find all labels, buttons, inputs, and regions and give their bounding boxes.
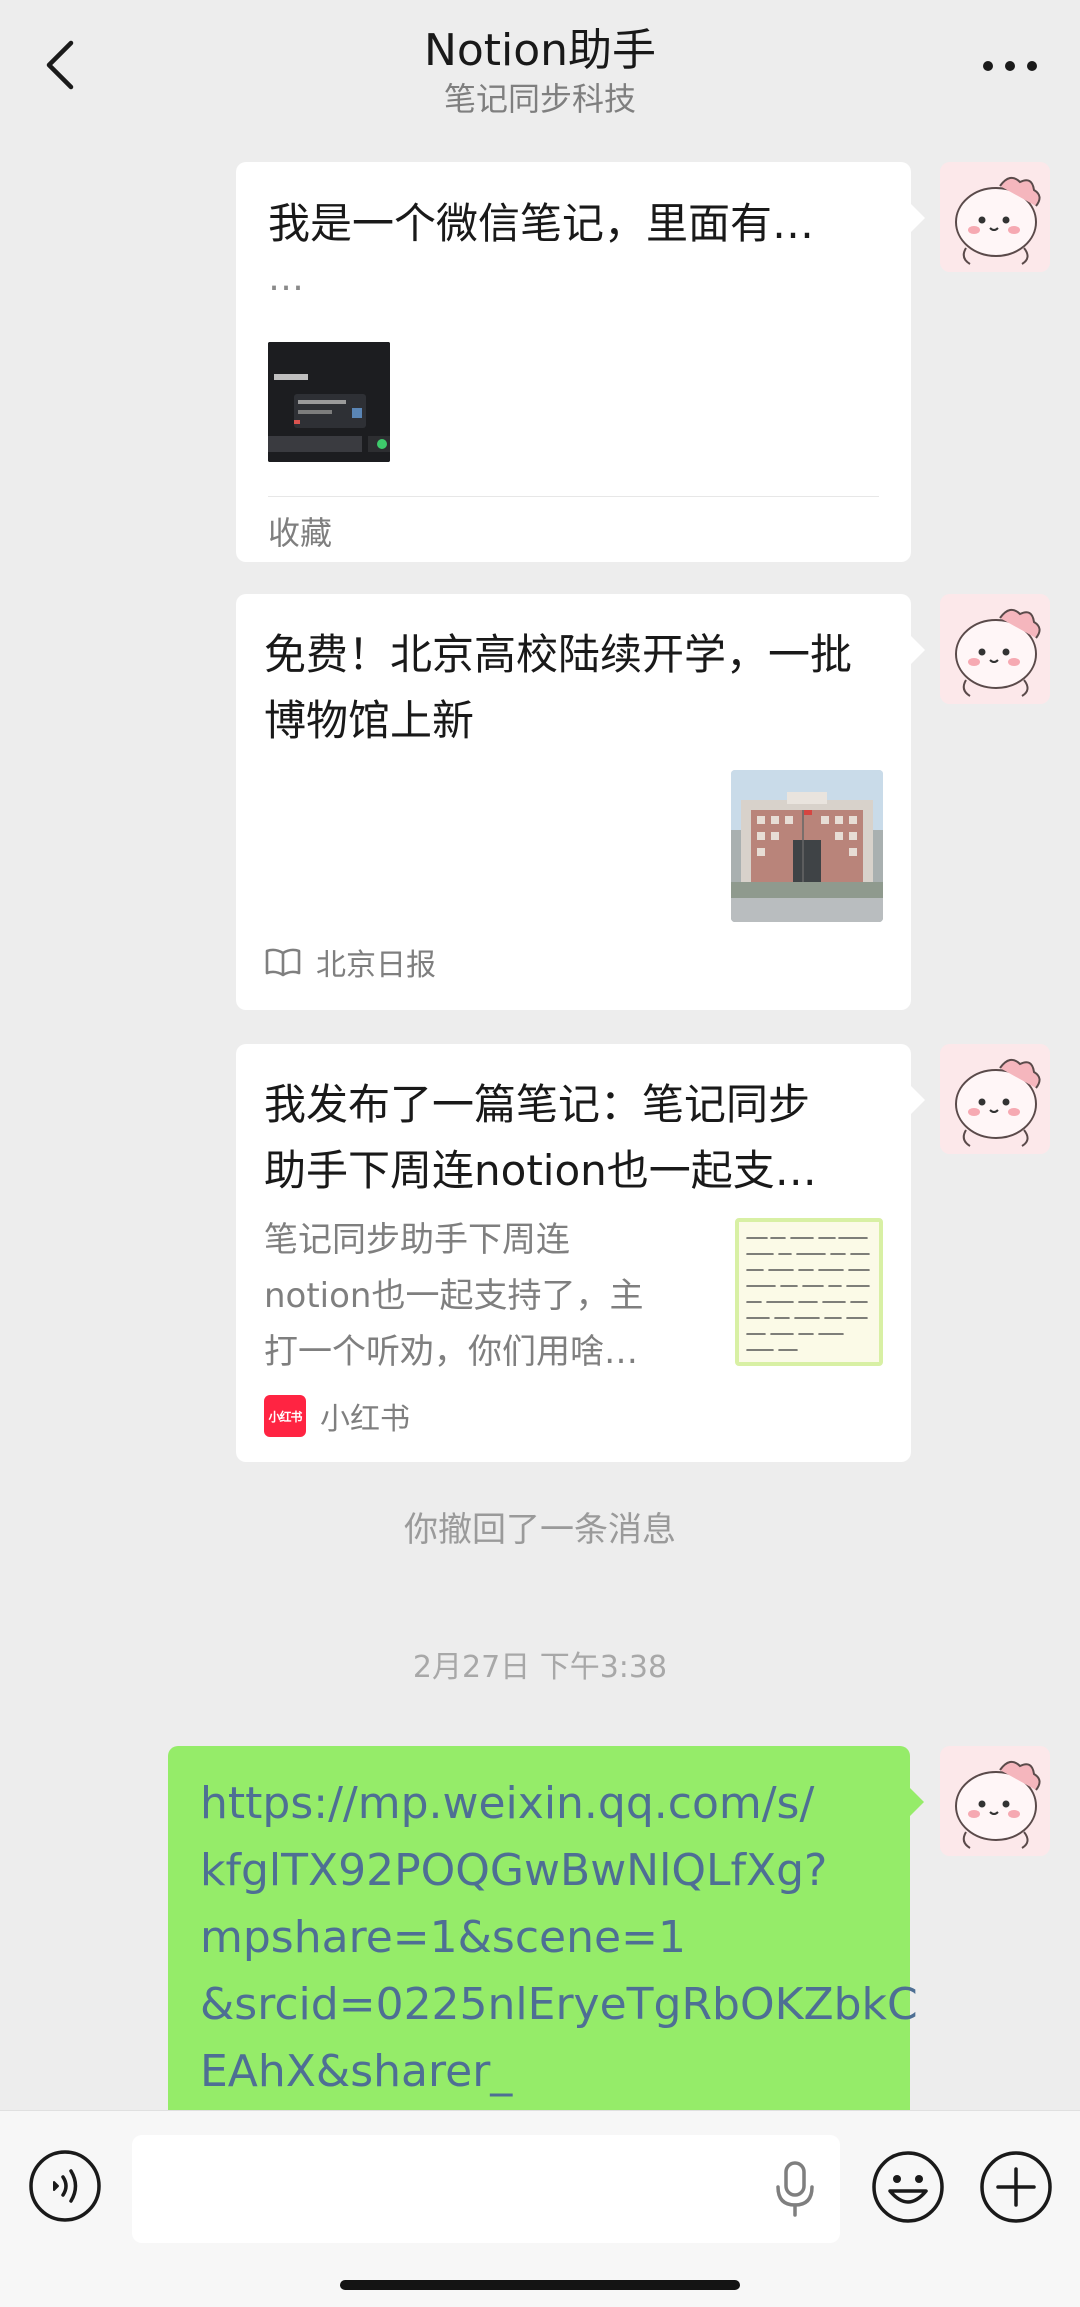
avatar[interactable] <box>940 1746 1050 1856</box>
link-message-bubble[interactable]: https://mp.weixin.qq.com/s/ kfglTX92POQG… <box>168 1746 924 2126</box>
article-card[interactable]: 免费！北京高校陆续开学，一批博物馆上新 北京日报 <box>236 594 925 1010</box>
chat-subtitle: 笔记同步科技 <box>443 80 636 118</box>
article-card-title: 免费！北京高校陆续开学，一批博物馆上新 <box>264 630 853 745</box>
xhs-card-description: 笔记同步助手下周连 notion也一起支持了，主 打一个听劝，你们用啥… <box>264 1212 704 1380</box>
voice-toggle-button[interactable] <box>28 2149 102 2223</box>
chat-screen: Notion助手 笔记同步科技 我是一个微信笔记，里面有… … 收藏 免费！北京… <box>0 0 1080 2307</box>
chat-title: Notion助手 <box>423 25 657 76</box>
emoji-button[interactable] <box>870 2149 946 2225</box>
note-card[interactable]: 我是一个微信笔记，里面有… … 收藏 <box>236 162 925 562</box>
pink-creature-avatar-icon <box>940 594 1050 704</box>
more-functions-button[interactable] <box>978 2149 1054 2225</box>
pink-creature-avatar-icon <box>940 162 1050 272</box>
avatar[interactable] <box>940 162 1050 272</box>
link-text[interactable]: https://mp.weixin.qq.com/s/ kfglTX92POQG… <box>200 1770 918 2105</box>
xhs-source-name: 小红书 <box>320 1402 410 1437</box>
note-card-source: 收藏 <box>268 514 333 552</box>
note-card-ellipsis: … <box>268 258 304 299</box>
more-dots-icon <box>983 61 1037 71</box>
xhs-card-title-line: 我发布了一篇笔记：笔记同步 <box>264 1080 811 1129</box>
link-text-line: https://mp.weixin.qq.com/s/ <box>200 1778 815 1829</box>
pink-creature-avatar-icon <box>940 1044 1050 1154</box>
building-photo-image <box>731 770 883 922</box>
recall-notice: 你撤回了一条消息 <box>404 1510 676 1550</box>
book-open-icon <box>265 948 301 977</box>
handwriting-note-image <box>739 1222 879 1362</box>
microphone-button[interactable] <box>770 2159 820 2219</box>
card-divider <box>268 496 879 497</box>
link-text-line: mpshare=1&scene=1 <box>200 1912 686 1963</box>
note-card-thumbnail <box>268 342 390 462</box>
plus-circle-icon <box>980 2151 1052 2223</box>
message-timestamp: 2月27日 下午3:38 <box>412 1650 668 1685</box>
link-text-line: EAhX&sharer_ <box>200 2046 513 2097</box>
link-text-line: kfglTX92POQGwBwNlQLfXg? <box>200 1845 828 1896</box>
xhs-card-desc-line: 笔记同步助手下周连 <box>264 1220 570 1260</box>
xhs-card-desc-line: notion也一起支持了，主 <box>264 1276 644 1316</box>
xhs-card-title: 我发布了一篇笔记：笔记同步 助手下周连notion也一起支… <box>264 1072 876 1204</box>
message-input-bar <box>0 2110 1080 2307</box>
more-button[interactable] <box>970 36 1050 96</box>
link-text-line: &srcid=0225nlEryeTgRbOKZbkC <box>200 1979 918 2030</box>
article-source-name: 北京日报 <box>316 948 436 983</box>
xhs-card-thumbnail <box>735 1218 883 1366</box>
article-card-source: 北京日报 <box>264 940 436 984</box>
pink-creature-avatar-icon <box>940 1746 1050 1856</box>
xhs-card-title-line: 助手下周连notion也一起支… <box>264 1146 817 1195</box>
avatar[interactable] <box>940 1044 1050 1154</box>
note-card-title: 我是一个微信笔记，里面有… <box>268 199 815 248</box>
home-indicator[interactable] <box>340 2280 740 2290</box>
smiley-face-icon <box>872 2151 944 2223</box>
xiaohongshu-logo-icon: 小红书 <box>264 1395 306 1437</box>
chat-header: Notion助手 笔记同步科技 <box>0 0 1080 140</box>
screenshot-thumbnail-image <box>268 342 390 462</box>
article-card-thumbnail <box>731 770 883 922</box>
xiaohongshu-card[interactable]: 我发布了一篇笔记：笔记同步 助手下周连notion也一起支… 笔记同步助手下周连… <box>236 1044 925 1462</box>
avatar[interactable] <box>940 594 1050 704</box>
microphone-icon <box>776 2161 814 2217</box>
xhs-card-desc-line: 打一个听劝，你们用啥… <box>264 1332 638 1372</box>
xhs-card-source: 小红书 小红书 <box>264 1394 410 1438</box>
voice-icon <box>29 2150 101 2222</box>
message-input[interactable] <box>132 2135 840 2243</box>
